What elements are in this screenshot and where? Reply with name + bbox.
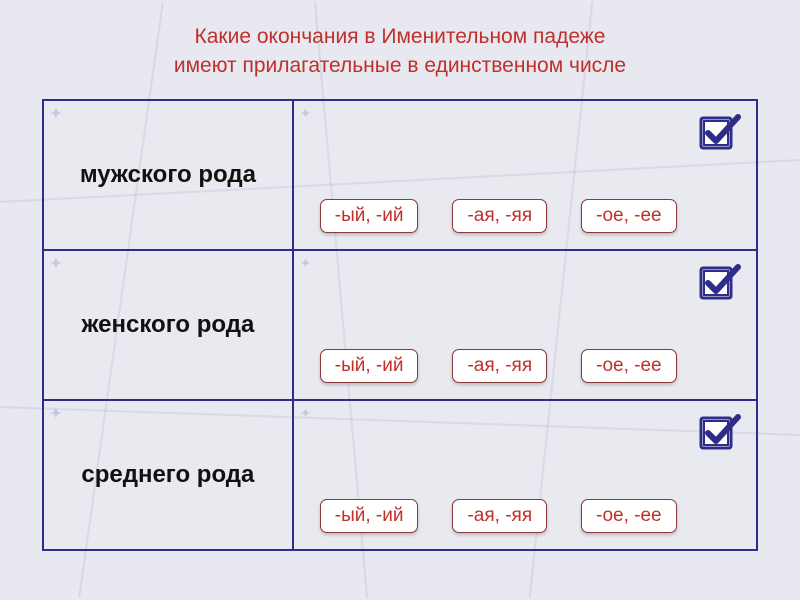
star-icon: ✦ xyxy=(300,105,312,122)
question-line2: имеют прилагательные в единственном числ… xyxy=(174,54,626,77)
star-icon: ✦ xyxy=(300,255,312,272)
option-button[interactable]: -ое, -ее xyxy=(581,199,676,233)
option-button[interactable]: -ое, -ее xyxy=(581,499,676,533)
checkbox-neut[interactable] xyxy=(698,413,742,451)
table-row: ✦ женского рода ✦ -ый, -ий -ая, -яя -ое,… xyxy=(43,250,757,400)
row-options-masc: ✦ -ый, -ий -ая, -яя -ое, -ее xyxy=(293,100,757,250)
checkbox-icon xyxy=(698,113,742,151)
checkbox-fem[interactable] xyxy=(698,263,742,301)
row-options-fem: ✦ -ый, -ий -ая, -яя -ое, -ее xyxy=(293,250,757,400)
option-button[interactable]: -ый, -ий xyxy=(320,349,419,383)
checkbox-icon xyxy=(698,263,742,301)
checkbox-icon xyxy=(698,413,742,451)
question-line1: Какие окончания в Именительном падеже xyxy=(195,25,606,48)
endings-table: ✦ мужского рода ✦ -ый, -ий -ая, -яя -ое,… xyxy=(42,99,758,551)
option-button[interactable]: -ый, -ий xyxy=(320,499,419,533)
star-icon: ✦ xyxy=(50,405,62,422)
row-label-masc: ✦ мужского рода xyxy=(43,100,293,250)
row-label-fem: ✦ женского рода xyxy=(43,250,293,400)
table-row: ✦ мужского рода ✦ -ый, -ий -ая, -яя -ое,… xyxy=(43,100,757,250)
star-icon: ✦ xyxy=(50,105,62,122)
option-button[interactable]: -ая, -яя xyxy=(452,499,547,533)
option-button[interactable]: -ое, -ее xyxy=(581,349,676,383)
table-row: ✦ среднего рода ✦ -ый, -ий -ая, -яя -ое,… xyxy=(43,400,757,550)
row-label-neut: ✦ среднего рода xyxy=(43,400,293,550)
option-button[interactable]: -ая, -яя xyxy=(452,349,547,383)
row-options-neut: ✦ -ый, -ий -ая, -яя -ое, -ее xyxy=(293,400,757,550)
option-button[interactable]: -ый, -ий xyxy=(320,199,419,233)
checkbox-masc[interactable] xyxy=(698,113,742,151)
star-icon: ✦ xyxy=(50,255,62,272)
question-text: Какие окончания в Именительном падеже им… xyxy=(0,0,800,81)
option-button[interactable]: -ая, -яя xyxy=(452,199,547,233)
star-icon: ✦ xyxy=(300,405,312,422)
